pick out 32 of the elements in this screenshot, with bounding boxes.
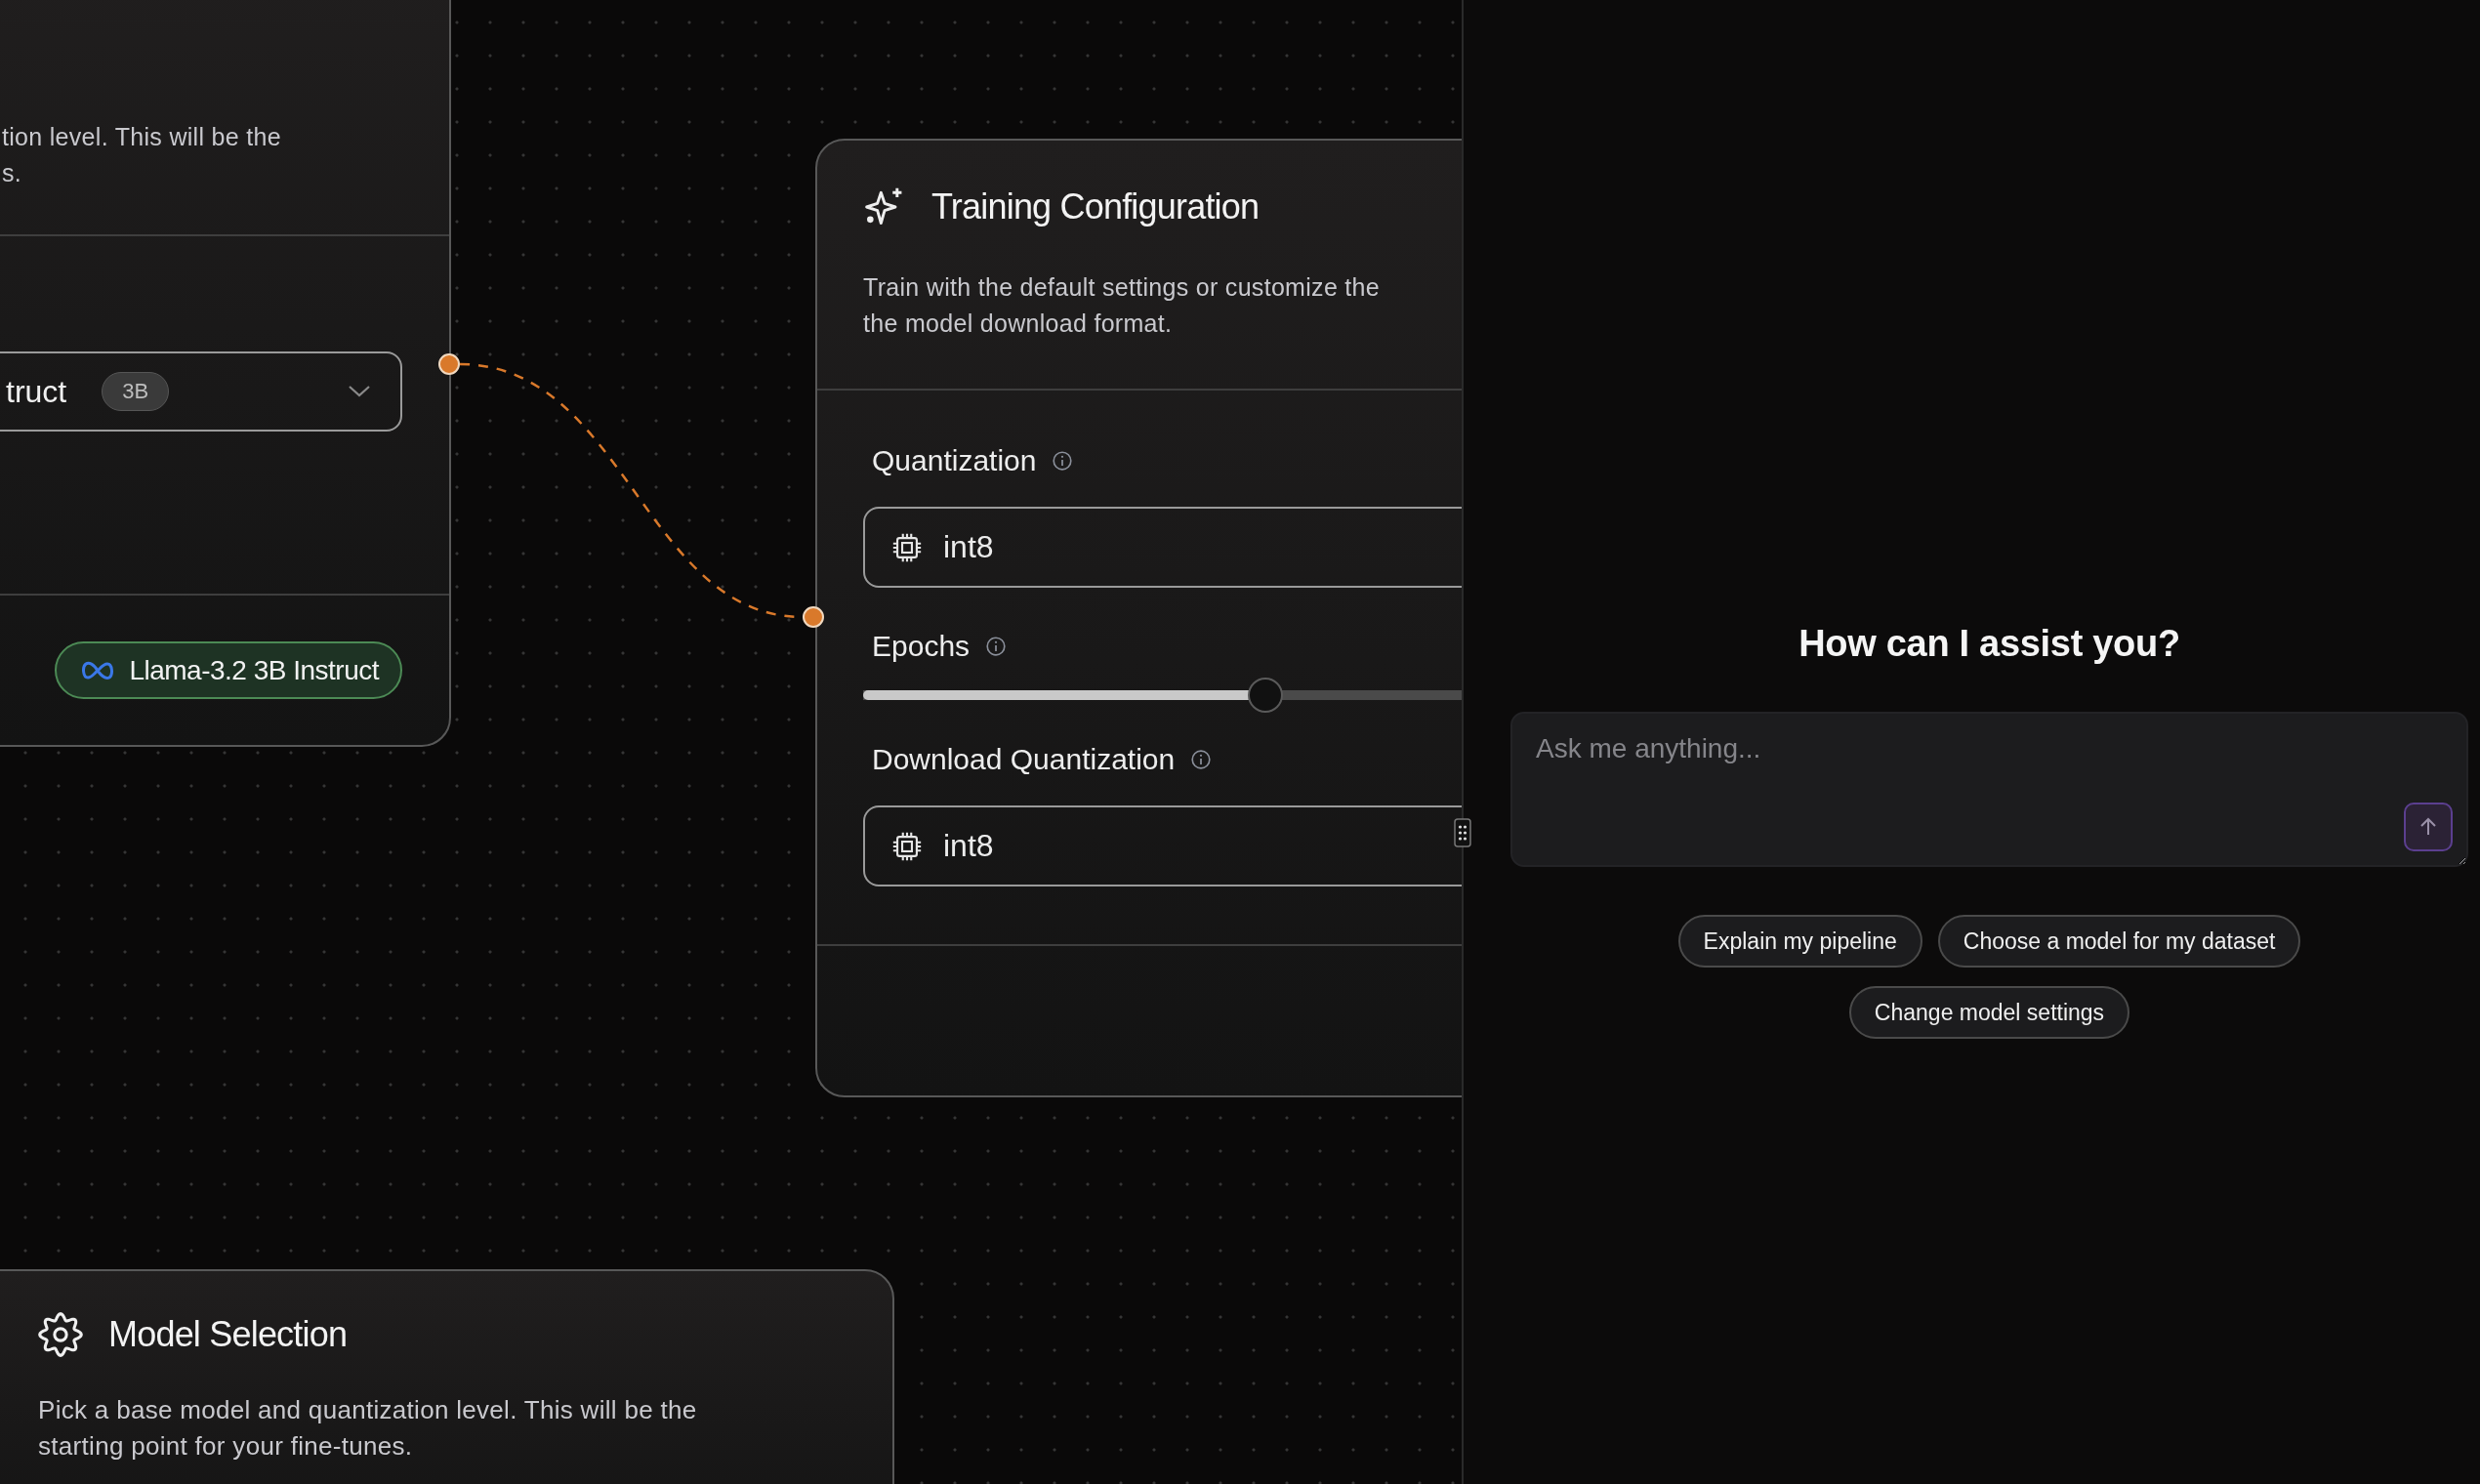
model-chip: Llama-3.2 3B Instruct bbox=[55, 641, 402, 699]
size-badge: 3B bbox=[102, 372, 170, 411]
select-value: int8 bbox=[943, 529, 994, 565]
select-value: int8 bbox=[943, 828, 994, 864]
chevron-down-icon bbox=[348, 385, 371, 398]
connection-handle[interactable] bbox=[803, 606, 824, 628]
slider-thumb[interactable] bbox=[1248, 678, 1284, 713]
chat-input[interactable]: Ask me anything... bbox=[1510, 712, 2468, 867]
card-title: Training Configuration bbox=[931, 186, 1260, 227]
drag-handle-icon[interactable] bbox=[1454, 818, 1471, 847]
quantization-select[interactable]: int8 bbox=[863, 507, 1462, 588]
card-description: Pick a base model and quantization level. This will be the starting point for your fine-tunes. bbox=[38, 1394, 698, 1463]
info-icon[interactable] bbox=[985, 636, 1008, 657]
field-label: Quantization bbox=[872, 444, 1037, 477]
infinity-icon bbox=[80, 660, 116, 680]
suggestion-chip[interactable]: Change model settings bbox=[1848, 986, 2130, 1039]
gear-icon bbox=[38, 1312, 83, 1357]
assistant-heading: How can I assist you? bbox=[1798, 623, 2180, 665]
quantization-select[interactable]: int8 bbox=[863, 805, 1462, 886]
card-title: Model Selection bbox=[108, 1314, 348, 1355]
send-button[interactable] bbox=[2404, 803, 2453, 851]
card-description: Train with the default settings or customize the the model download format. bbox=[863, 272, 1381, 339]
suggestion-chip[interactable]: Explain my pipeline bbox=[1677, 915, 1922, 968]
suggestion-chip[interactable]: Choose a model for my dataset bbox=[1937, 915, 2301, 968]
field-label: Download Quantization bbox=[872, 743, 1176, 776]
connection-handle[interactable] bbox=[438, 353, 460, 375]
field-label: Epochs bbox=[872, 630, 971, 663]
info-icon[interactable] bbox=[1052, 450, 1074, 472]
info-icon[interactable] bbox=[1190, 749, 1213, 770]
model-select[interactable]: truct 3B bbox=[0, 351, 402, 432]
select-value: truct bbox=[6, 373, 67, 410]
card-description: tion level. This will be the s. bbox=[2, 122, 282, 188]
